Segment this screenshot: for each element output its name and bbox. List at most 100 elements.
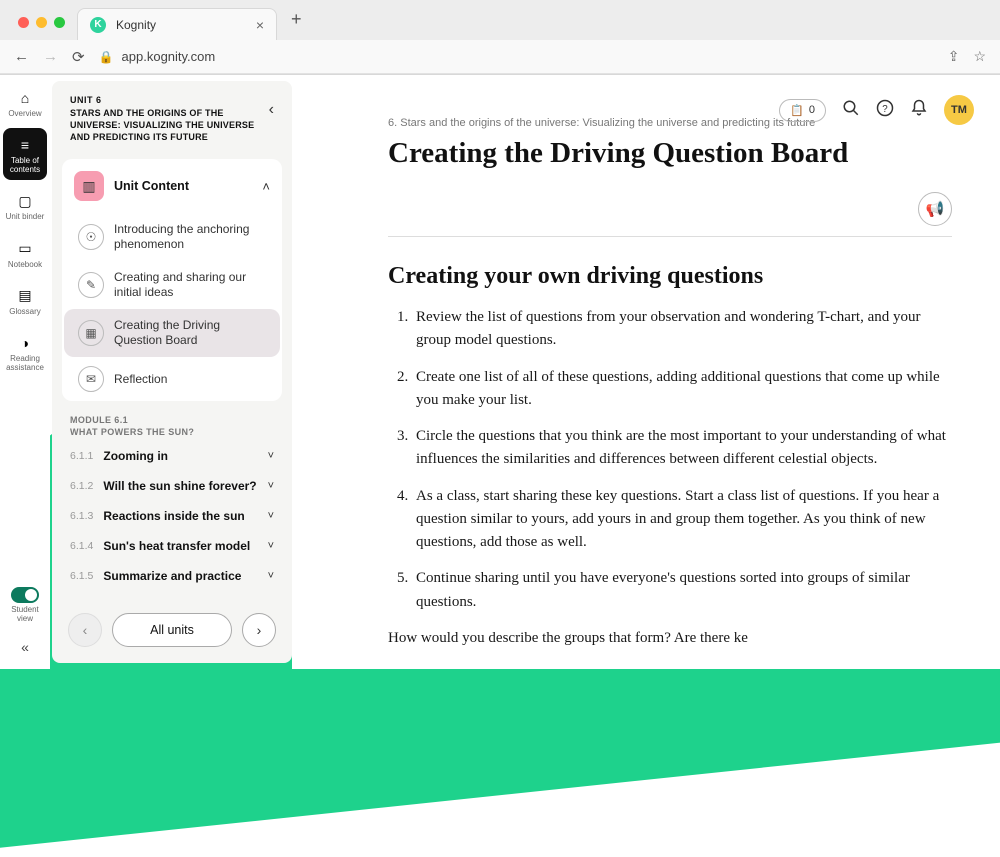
book-icon: ▤ [16, 287, 34, 305]
toc-item-label: Creating and sharing our initial ideas [114, 270, 268, 300]
step-item: As a class, start sharing these key ques… [412, 485, 952, 555]
rail-glossary[interactable]: ▤ Glossary [3, 279, 47, 322]
nav-reload-icon[interactable]: ⟳ [72, 48, 85, 66]
prev-unit-button[interactable]: ‹ [68, 613, 102, 647]
rail-collapse-button[interactable]: « [15, 633, 35, 661]
tab-title: Kognity [116, 18, 246, 32]
feedback-button[interactable]: 📢 [918, 192, 952, 226]
rail-binder[interactable]: ▢ Unit binder [3, 184, 47, 227]
module-row-title: Summarize and practice [103, 569, 257, 583]
rail-overview[interactable]: ⌂ Overview [3, 81, 47, 124]
next-unit-button[interactable]: › [242, 613, 276, 647]
url-text: app.kognity.com [122, 49, 216, 64]
board-icon: ▦ [78, 320, 104, 346]
module-index: 6.1.4 [70, 540, 93, 552]
module-row[interactable]: 6.1.1 Zooming in ˅ [52, 441, 292, 471]
share-icon[interactable]: ⇪ [948, 48, 960, 65]
toc-item-reflection[interactable]: ✉ Reflection [64, 357, 280, 401]
toc-panel: UNIT 6 STARS AND THE ORIGINS OF THE UNIV… [52, 81, 292, 663]
assignments-button[interactable]: 📋 0 [779, 99, 826, 122]
left-rail: ⌂ Overview ≡ Table of contents ▢ Unit bi… [0, 75, 50, 669]
student-view-toggle[interactable]: Student view [4, 587, 46, 629]
headphones-icon: ◑ [16, 334, 34, 352]
window-minimize[interactable] [36, 17, 47, 28]
module-index: 6.1.5 [70, 570, 93, 582]
window-maximize[interactable] [54, 17, 65, 28]
all-units-label: All units [150, 623, 194, 637]
divider [388, 236, 952, 237]
section-title: Unit Content [114, 179, 252, 193]
nav-forward-icon: → [43, 48, 58, 65]
chevron-up-icon: ˄ [262, 179, 270, 194]
notifications-icon[interactable] [910, 99, 928, 122]
chevron-down-icon: ˅ [268, 540, 274, 552]
chevron-down-icon: ˅ [268, 450, 274, 462]
step-item: Continue sharing until you have everyone… [412, 567, 952, 614]
chat-icon: ✎ [78, 272, 104, 298]
main-content: 📋 0 ? TM 6. Stars and the origins of the… [292, 75, 1000, 669]
module-row-title: Reactions inside the sun [103, 509, 257, 523]
rail-label: Unit binder [6, 213, 45, 221]
rail-reading-assist[interactable]: ◑ Reading assistance [3, 326, 47, 378]
rail-notebook[interactable]: ▭ Notebook [3, 232, 47, 275]
paragraph: How would you describe the groups that f… [388, 627, 952, 650]
toc-section: ▥ Unit Content ˄ ☉ Introducing the ancho… [62, 159, 282, 401]
steps-list: Review the list of questions from your o… [412, 306, 952, 614]
rail-label: Table of contents [3, 157, 47, 174]
traffic-lights [10, 17, 73, 40]
lock-icon: 🔒 [99, 50, 114, 64]
module-row[interactable]: 6.1.2 Will the sun shine forever? ˅ [52, 471, 292, 501]
unit-number: UNIT 6 [70, 95, 261, 105]
toc-item-label: Reflection [114, 372, 167, 387]
feedback-row: 📢 [388, 192, 952, 226]
module-index: 6.1.1 [70, 450, 93, 462]
rail-toc[interactable]: ≡ Table of contents [3, 128, 47, 180]
search-icon[interactable] [842, 99, 860, 122]
svg-text:?: ? [882, 103, 888, 114]
avatar-initials: TM [951, 104, 967, 116]
module-index: 6.1.2 [70, 480, 93, 492]
module-index: 6.1.3 [70, 510, 93, 522]
toc-item-dqb[interactable]: ▦ Creating the Driving Question Board [64, 309, 280, 357]
browser-tab[interactable]: K Kognity × [77, 8, 277, 40]
toc-item-label: Introducing the anchoring phenomenon [114, 222, 268, 252]
home-icon: ⌂ [16, 89, 34, 107]
tab-close-icon[interactable]: × [256, 17, 264, 33]
nav-back-icon[interactable]: ← [14, 48, 29, 65]
list-icon: ≡ [16, 136, 34, 154]
clipboard-icon: 📋 [790, 104, 804, 117]
section-header[interactable]: ▥ Unit Content ˄ [62, 159, 282, 213]
help-icon[interactable]: ? [876, 99, 894, 122]
unit-title: STARS AND THE ORIGINS OF THE UNIVERSE: V… [70, 107, 261, 143]
toggle-icon [11, 587, 39, 603]
module-row[interactable]: 6.1.3 Reactions inside the sun ˅ [52, 501, 292, 531]
all-units-button[interactable]: All units [112, 613, 232, 647]
toc-header: UNIT 6 STARS AND THE ORIGINS OF THE UNIV… [52, 81, 292, 153]
step-item: Create one list of all of these question… [412, 366, 952, 413]
module-number: MODULE 6.1 [70, 415, 274, 425]
avatar[interactable]: TM [944, 95, 974, 125]
module-row[interactable]: 6.1.4 Sun's heat transfer model ˅ [52, 531, 292, 561]
favicon-icon: K [90, 17, 106, 33]
window-close[interactable] [18, 17, 29, 28]
rail-label: Notebook [8, 261, 42, 269]
section-heading: Creating your own driving questions [388, 263, 952, 290]
toc-item-intro[interactable]: ☉ Introducing the anchoring phenomenon [64, 213, 280, 261]
rail-label: Overview [8, 110, 41, 118]
chevron-down-icon: ˅ [268, 480, 274, 492]
speech-icon: ✉ [78, 366, 104, 392]
address-field[interactable]: 🔒 app.kognity.com [99, 49, 934, 64]
lightbulb-icon: ☉ [78, 224, 104, 250]
assign-count: 0 [809, 104, 815, 116]
toc-back-button[interactable]: ‹ [269, 95, 274, 119]
module-row-title: Will the sun shine forever? [103, 479, 257, 493]
topbar: 📋 0 ? TM [779, 95, 974, 125]
bookmark-icon[interactable]: ☆ [973, 48, 986, 65]
module-row[interactable]: 6.1.5 Summarize and practice ˅ [52, 561, 292, 591]
toc-item-ideas[interactable]: ✎ Creating and sharing our initial ideas [64, 261, 280, 309]
tab-add-button[interactable]: + [281, 3, 312, 40]
folder-icon: ▢ [16, 192, 34, 210]
student-view-label: Student view [4, 606, 46, 623]
module-header: MODULE 6.1 WHAT POWERS THE SUN? [52, 401, 292, 441]
notebook-icon: ▭ [16, 240, 34, 258]
